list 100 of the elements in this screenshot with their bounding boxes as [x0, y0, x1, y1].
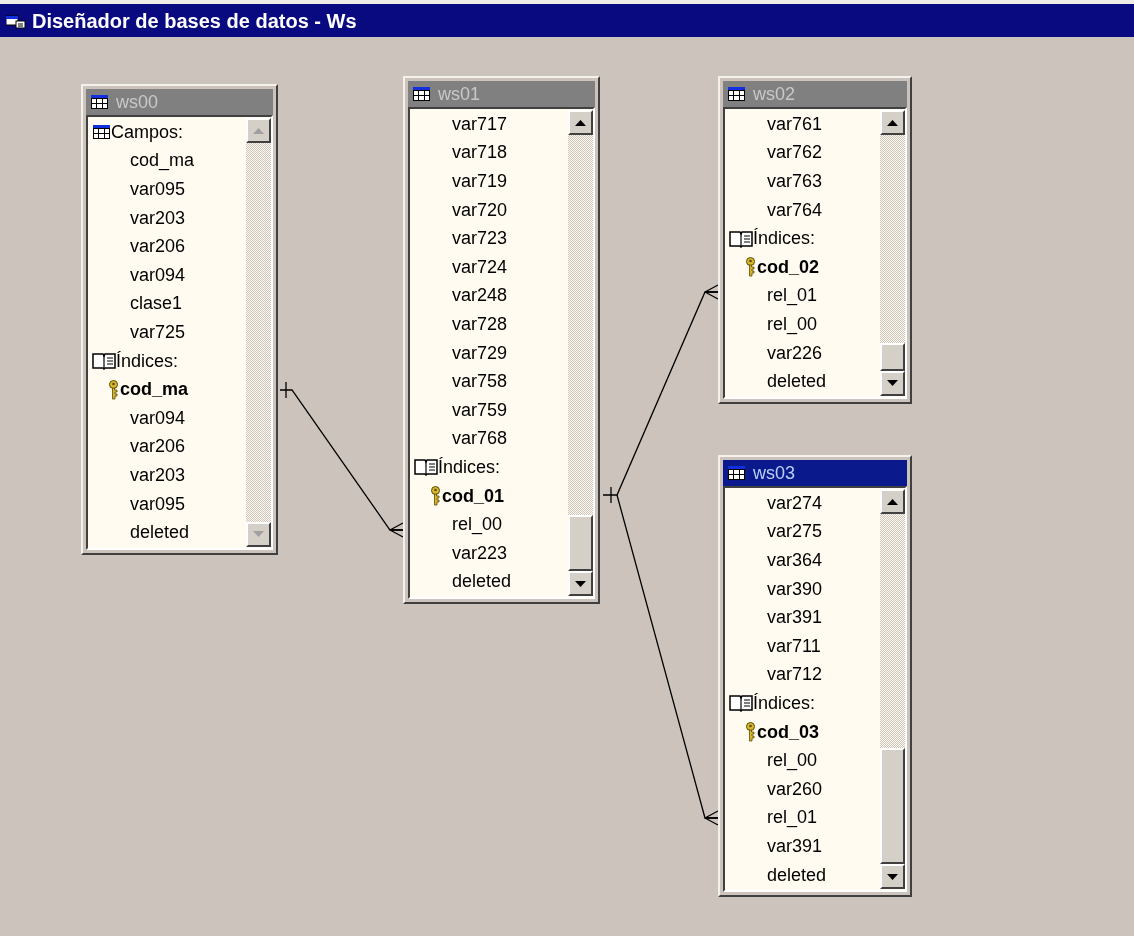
field-name[interactable]: var206 — [130, 233, 186, 261]
key-icon — [745, 257, 756, 278]
table-name: ws00 — [116, 90, 159, 114]
field-name[interactable]: var720 — [452, 196, 508, 224]
table-window[interactable]: ws02 var761 var762 var763 var764 Índices: cod_02 rel_01 rel_00 var226 deleted — [718, 76, 912, 404]
section-label: Índices: — [753, 691, 816, 715]
field-name[interactable]: deleted — [452, 568, 512, 596]
table-title-bar[interactable]: ws03 — [723, 460, 907, 486]
field-name[interactable]: var764 — [767, 196, 823, 224]
down-arrow-icon — [575, 580, 586, 587]
field-name[interactable]: var390 — [767, 575, 823, 603]
down-arrow-icon — [887, 873, 898, 880]
down-arrow-icon — [887, 380, 898, 387]
book-icon — [414, 458, 438, 477]
table-window[interactable]: ws00 Campos: cod_ma var095 var203 var206 var094 clase1 var725 Índices: cod_ma var094 var206 var203 var095 deleted — [81, 84, 278, 555]
field-name[interactable]: var719 — [452, 168, 508, 195]
field-name[interactable]: var728 — [452, 310, 508, 338]
up-arrow-icon — [887, 498, 898, 505]
field-name[interactable]: deleted — [130, 519, 190, 547]
field-name[interactable]: var758 — [452, 368, 508, 396]
field-name[interactable]: var094 — [130, 404, 186, 432]
table-window[interactable]: ws01 var717 var718 var719 var720 var723 var724 var248 var728 var729 var758 var759 var768 Índices: cod_01 rel_00 var223 deleted — [403, 76, 600, 605]
table-name: ws02 — [753, 82, 796, 106]
book-icon — [729, 694, 753, 713]
table-name: ws03 — [753, 461, 796, 485]
field-name[interactable]: var094 — [130, 261, 186, 289]
field-name[interactable]: var274 — [767, 489, 823, 517]
key-field-name[interactable]: cod_03 — [757, 718, 820, 746]
table-icon — [413, 87, 430, 101]
field-name[interactable]: var223 — [452, 539, 508, 567]
section-label: Índices: — [116, 349, 179, 373]
book-icon — [92, 352, 116, 371]
field-name[interactable]: cod_ma — [130, 147, 195, 175]
field-name[interactable]: var759 — [452, 396, 508, 424]
key-field-name[interactable]: cod_02 — [757, 253, 820, 281]
key-icon — [108, 379, 119, 400]
table-icon — [728, 87, 745, 101]
scroll-up-button[interactable] — [880, 110, 905, 135]
table-icon — [728, 466, 745, 480]
section-label: Índices: — [753, 227, 816, 251]
field-name[interactable]: var095 — [130, 176, 186, 203]
scroll-down-button[interactable] — [880, 370, 905, 396]
field-name[interactable]: var725 — [130, 318, 186, 346]
field-name[interactable]: var248 — [452, 282, 508, 310]
scroll-down-button[interactable] — [568, 571, 593, 597]
field-name[interactable]: var763 — [767, 168, 823, 195]
key-field-name[interactable]: cod_01 — [442, 482, 505, 510]
scrollbar[interactable] — [880, 489, 905, 890]
field-name[interactable]: deleted — [767, 368, 827, 396]
section-label: Campos: — [111, 120, 184, 144]
field-name[interactable]: rel_01 — [767, 804, 818, 832]
field-name[interactable]: var364 — [767, 547, 823, 574]
field-name[interactable]: var095 — [130, 490, 186, 518]
up-arrow-icon — [253, 127, 264, 134]
field-name[interactable]: var718 — [452, 139, 508, 167]
field-name[interactable]: deleted — [767, 861, 827, 889]
scrollbar[interactable] — [880, 110, 905, 396]
key-field-name[interactable]: cod_ma — [120, 376, 189, 404]
window-title: Diseñador de bases de datos - Ws — [32, 8, 357, 34]
field-name[interactable]: rel_00 — [767, 310, 818, 338]
fields-icon — [93, 125, 110, 140]
scroll-thumb[interactable] — [880, 342, 905, 371]
field-name[interactable]: var761 — [767, 110, 823, 138]
scroll-up-button[interactable] — [880, 489, 905, 514]
down-arrow-icon — [253, 531, 264, 538]
scrollbar[interactable] — [568, 110, 593, 597]
field-name[interactable]: var729 — [452, 339, 508, 367]
field-name[interactable]: var260 — [767, 775, 823, 803]
field-name[interactable]: var275 — [767, 518, 823, 546]
field-name[interactable]: var762 — [767, 139, 823, 167]
scroll-down-button[interactable] — [880, 864, 905, 890]
scroll-thumb[interactable] — [880, 748, 905, 865]
table-name: ws01 — [438, 82, 481, 106]
scroll-thumb[interactable] — [568, 515, 593, 572]
field-name[interactable]: rel_00 — [452, 511, 503, 539]
field-name[interactable]: var206 — [130, 433, 186, 461]
field-name[interactable]: var724 — [452, 253, 508, 281]
up-arrow-icon — [887, 119, 898, 126]
diagram-icon — [6, 12, 26, 29]
field-name[interactable]: var712 — [767, 661, 823, 689]
field-name[interactable]: rel_00 — [767, 747, 818, 775]
field-name[interactable]: var226 — [767, 339, 823, 367]
field-name[interactable]: clase1 — [130, 290, 183, 318]
book-icon — [729, 229, 753, 248]
field-name[interactable]: var717 — [452, 110, 508, 138]
field-name[interactable]: var203 — [130, 204, 186, 232]
field-name[interactable]: rel_01 — [767, 282, 818, 310]
field-name[interactable]: var723 — [452, 225, 508, 253]
field-name[interactable]: var203 — [130, 461, 186, 489]
field-name[interactable]: var768 — [452, 425, 508, 453]
field-name[interactable]: var711 — [767, 632, 821, 660]
up-arrow-icon — [575, 119, 586, 126]
field-name[interactable]: var391 — [767, 604, 823, 632]
field-name[interactable]: var391 — [767, 832, 823, 860]
key-icon — [745, 722, 756, 743]
table-icon — [91, 95, 108, 109]
scroll-up-button[interactable] — [568, 110, 593, 135]
section-label: Índices: — [438, 455, 501, 479]
table-window[interactable]: ws03 var274 var275 var364 var390 var391 var711 var712 Índices: cod_03 rel_00 var260 rel_01 var391 deleted — [718, 455, 912, 898]
key-icon — [430, 486, 441, 506]
